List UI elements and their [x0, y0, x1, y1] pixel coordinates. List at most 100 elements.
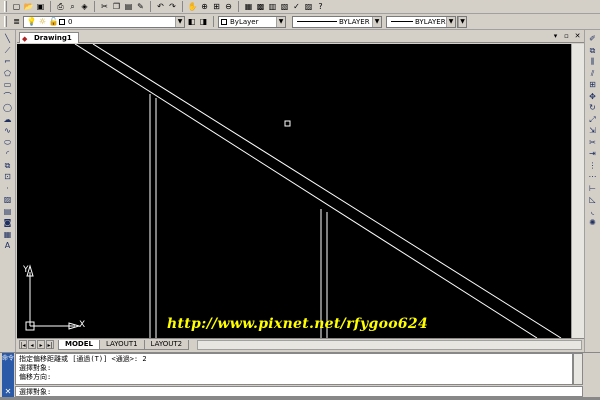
vertical-scrollbar[interactable] [571, 44, 584, 338]
markup-icon[interactable]: ✓ [291, 1, 302, 12]
chevron-down-icon[interactable]: ▼ [372, 16, 381, 27]
explode-icon[interactable]: ✺ [587, 218, 599, 229]
layer-manager-icon[interactable]: ≣ [11, 16, 22, 27]
layer-previous-icon[interactable]: ◨ [198, 16, 209, 27]
plot-style-dropdown[interactable]: ▼ [457, 15, 467, 28]
polygon-icon[interactable]: ⬠ [2, 69, 14, 80]
redo-icon[interactable]: ↷ [167, 1, 178, 12]
move-icon[interactable]: ✥ [587, 92, 599, 103]
new-file-icon[interactable]: ▢ [11, 1, 22, 12]
ellipse-icon[interactable]: ⬭ [2, 138, 14, 149]
break-icon[interactable]: ⋯ [587, 172, 599, 183]
restore-icon[interactable]: ▫ [562, 32, 571, 41]
cut-icon[interactable]: ✂ [99, 1, 110, 12]
chevron-down-icon[interactable]: ▼ [446, 16, 455, 27]
print-icon[interactable]: ⎙ [55, 1, 66, 12]
spline-icon[interactable]: ∿ [2, 126, 14, 137]
make-block-icon[interactable]: ⊡ [2, 172, 14, 183]
line-icon[interactable]: ╲ [2, 34, 14, 45]
prev-tab-icon[interactable]: ◂ [28, 340, 36, 349]
join-icon[interactable]: ⊢ [587, 184, 599, 195]
open-file-icon[interactable]: 📂 [23, 1, 34, 12]
tab-layout2[interactable]: LAYOUT2 [143, 339, 190, 350]
standard-toolbar: ▢ 📂 ▣ ⎙ ⌕ ◈ ✂ ❐ ▤ ✎ ↶ ↷ ✋ ⊕ ⊞ ⊖ ▦ ▩ ▥ ▧ … [0, 0, 600, 14]
rotate-icon[interactable]: ↻ [587, 103, 599, 114]
close-icon[interactable]: ✕ [573, 32, 582, 41]
color-dropdown[interactable]: ByLayer ▼ [218, 15, 286, 28]
hatch-icon[interactable]: ▨ [2, 195, 14, 206]
scale-icon[interactable]: ⤢ [587, 115, 599, 126]
sheet-set-icon[interactable]: ▧ [279, 1, 290, 12]
gradient-icon[interactable]: ▤ [2, 207, 14, 218]
circle-icon[interactable]: ◯ [2, 103, 14, 114]
command-panel-label[interactable]: 命令 [2, 353, 14, 386]
minimize-icon[interactable]: ▾ [551, 32, 560, 41]
region-icon[interactable]: ◙ [2, 218, 14, 229]
rectangle-icon[interactable]: ▭ [2, 80, 14, 91]
fillet-icon[interactable]: ◟ [587, 207, 599, 218]
ellipse-arc-icon[interactable]: ◜ [2, 149, 14, 160]
construction-line-icon[interactable]: ⟋ [2, 46, 14, 57]
copy-icon[interactable]: ❐ [111, 1, 122, 12]
tab-model[interactable]: MODEL [58, 339, 100, 350]
next-tab-icon[interactable]: ▸ [37, 340, 45, 349]
layer-freeze-icon: ☼ [38, 16, 47, 26]
pan-icon[interactable]: ✋ [187, 1, 198, 12]
horizontal-scrollbar[interactable] [197, 339, 582, 350]
arc-icon[interactable]: ⌒ [2, 92, 14, 103]
revision-cloud-icon[interactable]: ☁ [2, 115, 14, 126]
zoom-window-icon[interactable]: ⊞ [211, 1, 222, 12]
toolbar-grip[interactable] [4, 16, 7, 27]
tool-palettes-icon[interactable]: ▥ [267, 1, 278, 12]
table-icon[interactable]: ▦ [2, 230, 14, 241]
mirror-icon[interactable]: ⫼ [587, 57, 599, 68]
linetype-dropdown[interactable]: BYLAYER ▼ [292, 15, 382, 28]
polyline-icon[interactable]: ⌐ [2, 57, 14, 68]
lineweight-dropdown[interactable]: BYLAYER ▼ [386, 15, 456, 28]
chevron-down-icon[interactable]: ▼ [276, 16, 285, 27]
chamfer-icon[interactable]: ◺ [587, 195, 599, 206]
chevron-down-icon[interactable]: ▼ [458, 16, 466, 27]
undo-icon[interactable]: ↶ [155, 1, 166, 12]
zoom-realtime-icon[interactable]: ⊕ [199, 1, 210, 12]
help-icon[interactable]: ? [315, 1, 326, 12]
model-space-canvas[interactable]: Y X http://www.pixnet.net/rfygoo624 [17, 44, 584, 338]
match-properties-icon[interactable]: ✎ [135, 1, 146, 12]
offset-icon[interactable]: ⫽ [587, 69, 599, 80]
make-current-layer-icon[interactable]: ◧ [186, 16, 197, 27]
array-icon[interactable]: ⊞ [587, 80, 599, 91]
command-input[interactable]: 選擇對象: [15, 386, 583, 397]
design-center-icon[interactable]: ▩ [255, 1, 266, 12]
break-at-point-icon[interactable]: ⋮ [587, 161, 599, 172]
toolbar-grip[interactable] [4, 1, 7, 12]
tab-layout1[interactable]: LAYOUT1 [98, 339, 145, 350]
publish-icon[interactable]: ◈ [79, 1, 90, 12]
command-history-scrollbar[interactable] [573, 353, 583, 385]
trim-icon[interactable]: ✂ [587, 138, 599, 149]
close-icon[interactable]: ✕ [2, 386, 14, 397]
lineweight-preview [391, 21, 413, 22]
copy-object-icon[interactable]: ⧉ [587, 46, 599, 57]
save-icon[interactable]: ▣ [35, 1, 46, 12]
zoom-previous-icon[interactable]: ⊖ [223, 1, 234, 12]
print-preview-icon[interactable]: ⌕ [67, 1, 78, 12]
paste-icon[interactable]: ▤ [123, 1, 134, 12]
point-icon[interactable]: · [2, 184, 14, 195]
calculator-icon[interactable]: ▨ [303, 1, 314, 12]
ucs-icon [25, 264, 81, 331]
multiline-text-icon[interactable]: A [2, 241, 14, 252]
chevron-down-icon[interactable]: ▼ [175, 16, 184, 27]
extend-icon[interactable]: ⇥ [587, 149, 599, 160]
lineweight-value: BYLAYER [415, 17, 446, 26]
last-tab-icon[interactable]: ▸| [46, 340, 54, 349]
first-tab-icon[interactable]: |◂ [19, 340, 27, 349]
color-swatch [221, 18, 227, 25]
erase-icon[interactable]: ✐ [587, 34, 599, 45]
layer-dropdown[interactable]: 💡 ☼ 🔓 0 ▼ [23, 15, 185, 28]
drawing-file-icon: ◆ [22, 35, 28, 43]
properties-icon[interactable]: ▦ [243, 1, 254, 12]
stretch-icon[interactable]: ⇲ [587, 126, 599, 137]
document-title: Drawing1 [34, 34, 72, 42]
document-tab[interactable]: ◆ Drawing1 [19, 32, 79, 43]
insert-block-icon[interactable]: ⧉ [2, 161, 14, 172]
